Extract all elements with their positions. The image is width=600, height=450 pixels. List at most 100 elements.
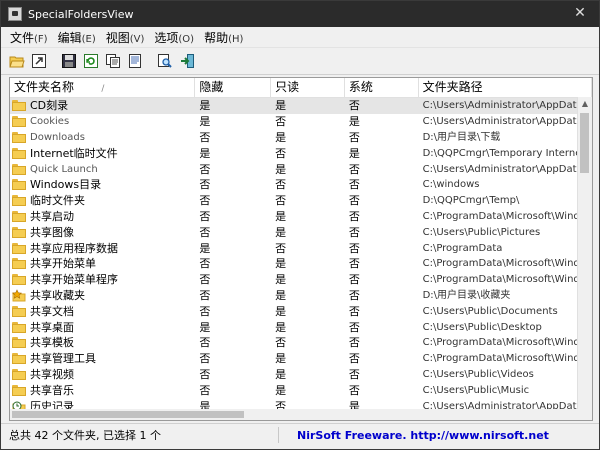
- cell-system: 是: [348, 115, 360, 129]
- folder-name-text: Windows目录: [30, 178, 102, 192]
- table-row[interactable]: 共享管理工具 否 是 否 C:\ProgramData\Microsoft\Window: [10, 351, 592, 367]
- html-report-button[interactable]: [125, 51, 145, 71]
- table-row[interactable]: 共享视频 否 是 否 C:\Users\Public\Videos: [10, 367, 592, 383]
- html-report-icon: [129, 54, 141, 68]
- find-icon: [158, 54, 172, 68]
- nirsoft-link[interactable]: NirSoft Freeware. http://www.nirsoft.net: [279, 429, 549, 442]
- table-row[interactable]: 临时文件夹 否 否 否 D:\QQPCmgr\Temp\: [10, 193, 592, 209]
- table-row[interactable]: CD刻录 是 是 否 C:\Users\Administrator\AppData\Lo: [10, 98, 592, 114]
- cell-readonly: 是: [275, 383, 287, 397]
- cell-system: 否: [348, 320, 360, 334]
- cell-folder-name: Windows目录: [10, 177, 195, 192]
- cell-readonly: 是: [275, 209, 287, 223]
- copy-button[interactable]: [103, 51, 123, 71]
- cell-system: 否: [348, 241, 360, 255]
- table-row[interactable]: Downloads 否 是 否 D:\用户目录\下载: [10, 130, 592, 146]
- cell-system: 否: [348, 130, 360, 144]
- cell-system: 否: [348, 194, 360, 208]
- cell-hidden: 是: [199, 115, 211, 129]
- window-title: SpecialFoldersView: [28, 7, 134, 21]
- table-row[interactable]: 共享模板 否 否 否 C:\ProgramData\Microsoft\Window: [10, 335, 592, 351]
- folders-list-view[interactable]: 文件夹名称 / 隐藏 只读 系统 文件夹路径 CD刻录是是否 C:\Users\Ad…: [9, 77, 593, 421]
- exit-button[interactable]: [177, 51, 197, 71]
- cell-readonly: 否: [275, 146, 287, 160]
- save-button[interactable]: [59, 51, 79, 71]
- folder-icon: [12, 163, 26, 175]
- copy-icon: [106, 54, 120, 68]
- table-row[interactable]: 共享文档 否 是 否 C:\Users\Public\Documents: [10, 303, 592, 319]
- table-row[interactable]: 共享开始菜单程序 否 是 否 C:\ProgramData\Microsoft\Wind…: [10, 272, 592, 288]
- close-button[interactable]: ✕: [571, 4, 589, 22]
- cell-readonly: 是: [275, 99, 287, 113]
- vertical-scrollbar[interactable]: ▲: [577, 97, 592, 420]
- cell-readonly: 是: [275, 130, 287, 144]
- column-header-readonly[interactable]: 只读: [271, 78, 345, 97]
- cell-readonly: 是: [275, 288, 287, 302]
- refresh-button[interactable]: [81, 51, 101, 71]
- cell-folder-path: C:\ProgramData\Microsoft\Window: [422, 337, 592, 349]
- folder-name-text: 共享文档: [30, 304, 74, 318]
- cell-system: 否: [348, 273, 360, 287]
- horizontal-scroll-thumb[interactable]: [12, 411, 244, 418]
- cell-folder-name: 共享应用程序数据: [10, 241, 195, 256]
- app-window: SpecialFoldersView ✕ 文件(F) 编辑(E) 视图(V) 选项(O…: [0, 0, 600, 450]
- cell-folder-name: 共享音乐: [10, 383, 195, 398]
- cell-readonly: 是: [275, 257, 287, 271]
- cell-hidden: 是: [199, 146, 211, 160]
- menu-item[interactable]: 编辑(E): [53, 29, 101, 46]
- toolbar-separator: [51, 51, 57, 71]
- menu-item[interactable]: 文件(F): [5, 29, 53, 46]
- menu-item[interactable]: 选项(O): [149, 29, 199, 46]
- find-button[interactable]: [155, 51, 175, 71]
- column-header-system[interactable]: 系统: [345, 78, 419, 97]
- cell-hidden: 是: [199, 241, 211, 255]
- folder-icon: [12, 195, 26, 207]
- cell-hidden: 否: [199, 383, 211, 397]
- table-row[interactable]: 共享开始菜单 否 是 否 C:\ProgramData\Microsoft\Window: [10, 256, 592, 272]
- exit-icon: [181, 54, 194, 68]
- folder-name-text: 共享视频: [30, 367, 74, 381]
- column-header-folder-path[interactable]: 文件夹路径: [419, 78, 592, 97]
- menu-label: 视图: [105, 30, 130, 45]
- table-row[interactable]: 共享图像 否 是 否 C:\Users\Public\Pictures: [10, 224, 592, 240]
- folder-icon: [12, 116, 26, 128]
- cell-folder-path: D:\用户目录\收藏夹: [422, 289, 511, 301]
- table-row[interactable]: 共享音乐 否 是 否 C:\Users\Public\Music: [10, 382, 592, 398]
- cell-hidden: 否: [199, 178, 211, 192]
- open-folder-button[interactable]: [7, 51, 27, 71]
- horizontal-scrollbar[interactable]: [10, 409, 580, 420]
- cell-folder-name: 共享管理工具: [10, 351, 195, 366]
- cell-system: 否: [348, 383, 360, 397]
- cell-folder-name: 临时文件夹: [10, 193, 195, 208]
- table-row[interactable]: 共享桌面 是 是 否 C:\Users\Public\Desktop: [10, 319, 592, 335]
- cell-folder-name: 共享桌面: [10, 320, 195, 335]
- folder-icon: [12, 210, 26, 222]
- vertical-scroll-thumb[interactable]: [580, 113, 589, 173]
- column-header-hidden[interactable]: 隐藏: [195, 78, 272, 97]
- table-row[interactable]: 共享应用程序数据 是 否 否 C:\ProgramData: [10, 240, 592, 256]
- table-row[interactable]: 共享启动 否 是 否 C:\ProgramData\Microsoft\Window: [10, 209, 592, 225]
- menu-accelerator: (O): [178, 33, 195, 45]
- cell-hidden: 否: [199, 336, 211, 350]
- folder-icon: [12, 274, 26, 286]
- menu-item[interactable]: 视图(V): [101, 29, 150, 46]
- scroll-up-arrow-icon[interactable]: ▲: [578, 97, 592, 111]
- cell-folder-name: CD刻录: [10, 98, 195, 113]
- cell-folder-path: C:\ProgramData\Microsoft\Window: [422, 353, 592, 365]
- cell-readonly: 是: [275, 162, 287, 176]
- open-explorer-button[interactable]: [29, 51, 49, 71]
- menu-item[interactable]: 帮助(H): [199, 29, 248, 46]
- folder-icon: [12, 226, 26, 238]
- menu-label: 帮助: [204, 30, 229, 45]
- column-header-folder-name[interactable]: 文件夹名称 /: [10, 78, 196, 97]
- table-row[interactable]: Windows目录 否 否 否 C:\windows: [10, 177, 592, 193]
- folder-name-text: 共享音乐: [30, 383, 74, 397]
- table-body: CD刻录是是否 C:\Users\Administrator\AppData\Lo…: [10, 98, 592, 414]
- table-row[interactable]: Quick Launch 否 是 否 C:\Users\Administrator\Ap…: [10, 161, 592, 177]
- save-icon: [62, 54, 76, 68]
- table-row[interactable]: 共享收藏夹 否 是 否 D:\用户目录\收藏夹: [10, 288, 592, 304]
- title-bar[interactable]: SpecialFoldersView ✕: [1, 1, 599, 27]
- table-row[interactable]: Internet临时文件 是 否 是 D:\QQPCmgr\Temporary Inte…: [10, 145, 592, 161]
- table-row[interactable]: Cookies 是 否 是 C:\Users\Administrator\AppData…: [10, 114, 592, 130]
- cell-hidden: 否: [199, 273, 211, 287]
